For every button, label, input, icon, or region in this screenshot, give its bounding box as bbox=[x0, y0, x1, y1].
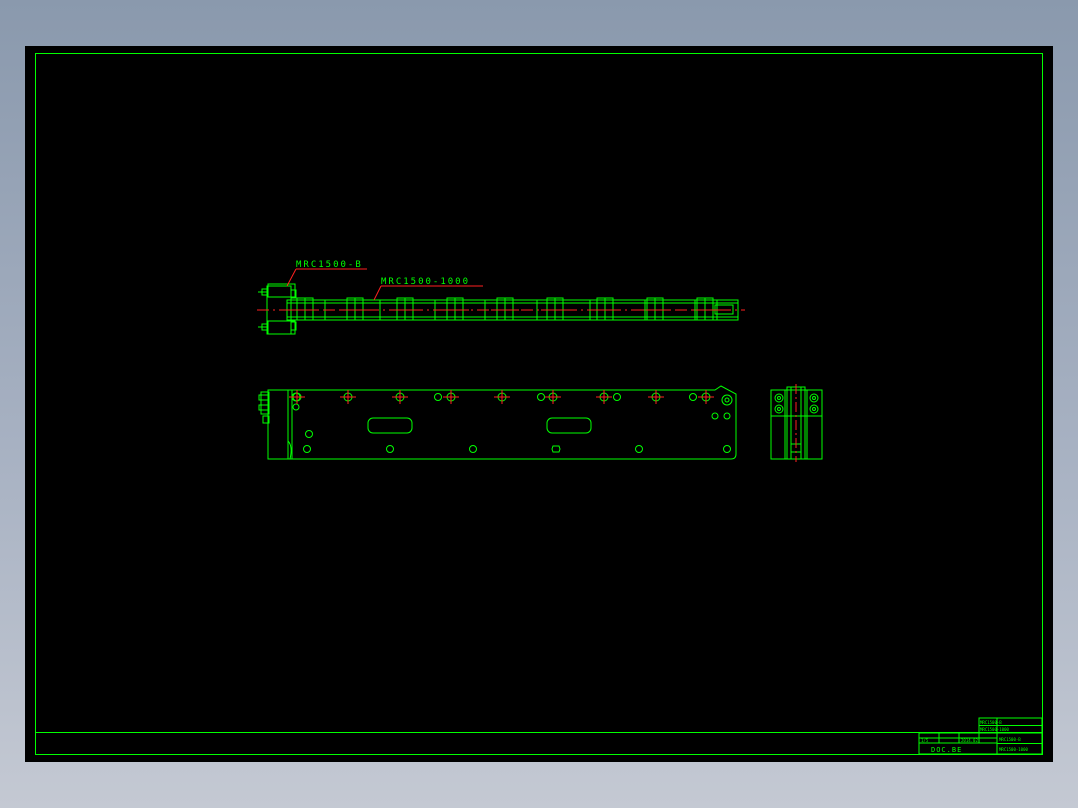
title-block-code-top: MRC1500-1000 bbox=[980, 727, 1009, 732]
title-block-scale: 1/5 bbox=[921, 738, 929, 743]
title-block-name: MRC1500-B bbox=[999, 737, 1021, 742]
title-block-date: 2014.02 bbox=[961, 738, 978, 743]
front-view bbox=[258, 385, 737, 460]
title-block: MRC1500-B MRC1500-1000 1/5 2014.02 DOC.B… bbox=[918, 717, 1043, 755]
drawing-border bbox=[35, 53, 1043, 755]
cad-drawing: MRC1500-B MRC1500-1000 MRC1500-B MRC1500… bbox=[35, 53, 1043, 755]
title-block-name-top: MRC1500-B bbox=[980, 720, 1002, 725]
callout-label-main: MRC1500-1000 bbox=[381, 277, 470, 287]
side-view bbox=[770, 384, 823, 462]
callouts: MRC1500-B MRC1500-1000 bbox=[286, 260, 483, 301]
title-block-logo: DOC.BE bbox=[931, 746, 962, 754]
top-view bbox=[257, 283, 745, 335]
drawing-sheet: MRC1500-B MRC1500-1000 MRC1500-B MRC1500… bbox=[25, 46, 1053, 762]
title-block-code: MRC1500-1000 bbox=[999, 747, 1028, 752]
callout-label-b: MRC1500-B bbox=[296, 260, 363, 270]
